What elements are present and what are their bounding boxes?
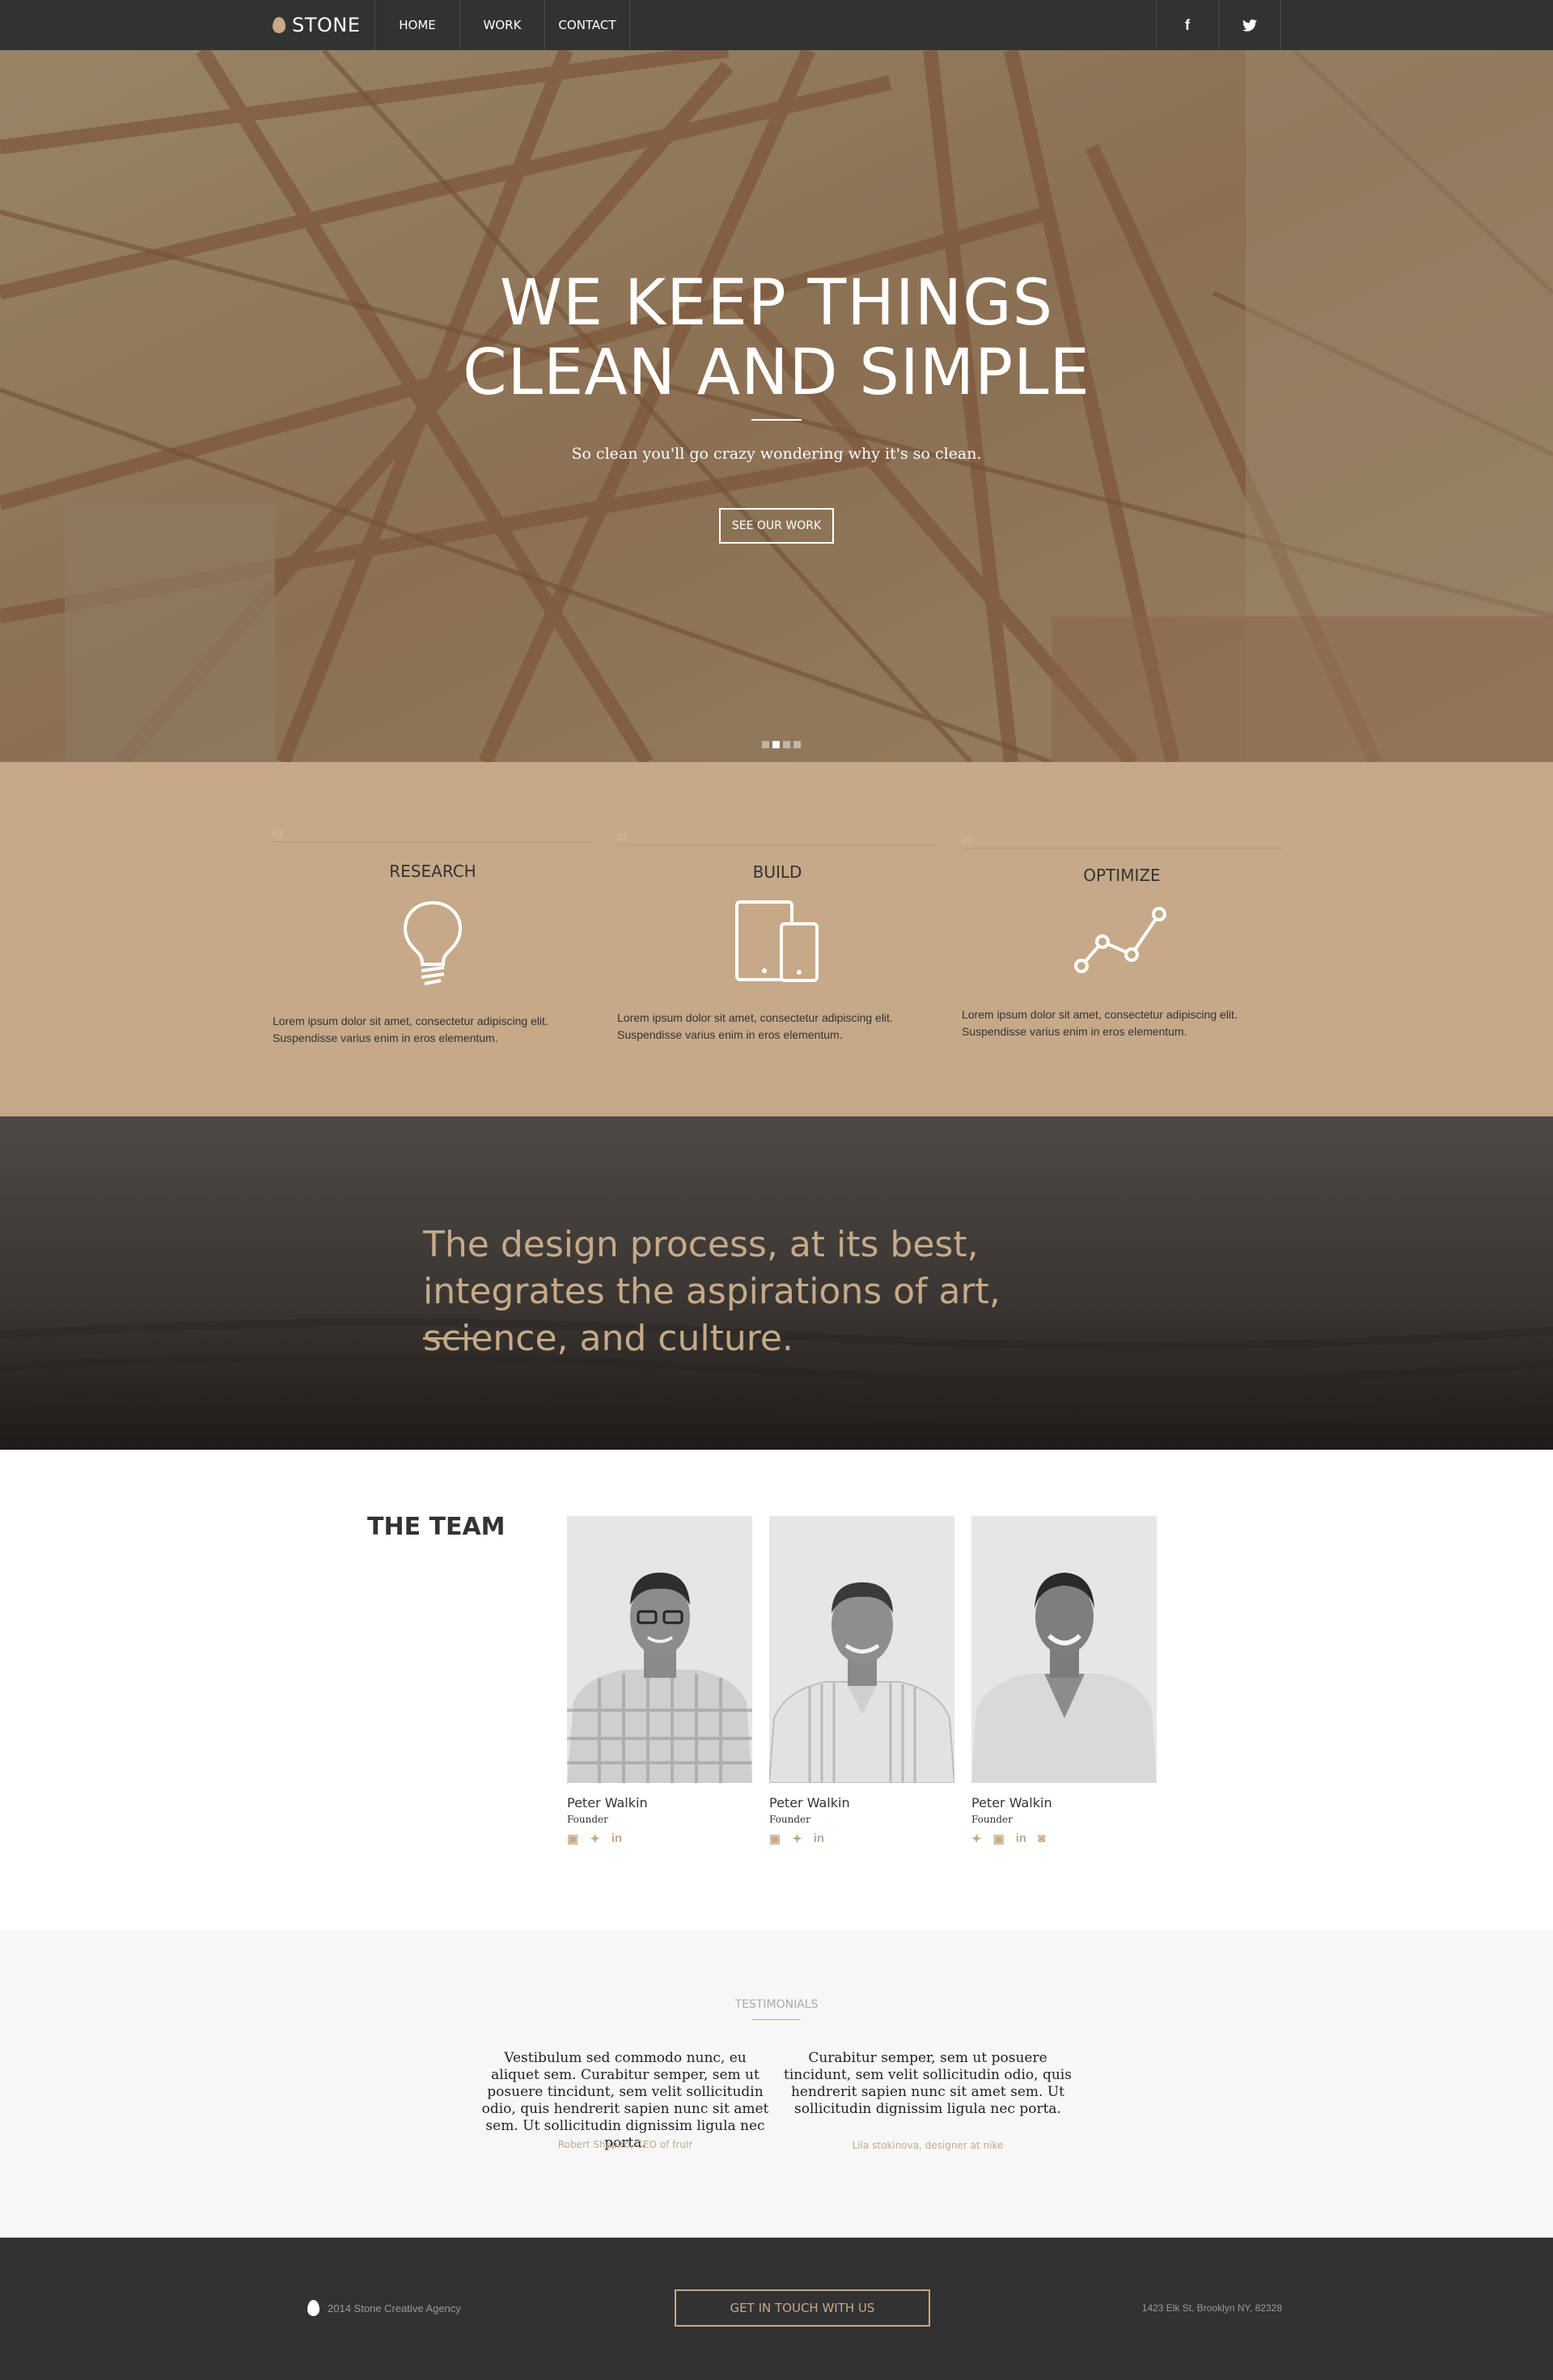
quote-section: The design process, at its best, integra… bbox=[0, 1116, 1553, 1450]
slider-dots bbox=[762, 741, 801, 748]
testimonials-section: TESTIMONIALS Vestibulum sed commodo nunc… bbox=[0, 1930, 1553, 2238]
nav-item-contact[interactable]: CONTACT bbox=[545, 0, 630, 50]
feature-description: Lorem ipsum dolor sit amet, consectetur … bbox=[617, 1011, 893, 1041]
nav-item-work[interactable]: WORK bbox=[460, 0, 545, 50]
twitter-icon[interactable]: ✦ bbox=[590, 1832, 600, 1846]
facebook-icon[interactable]: f bbox=[1157, 0, 1219, 50]
team-member-name: Peter Walkin bbox=[567, 1795, 648, 1810]
feature-title: BUILD bbox=[752, 862, 802, 882]
hero-section: WE KEEP THINGS CLEAN AND SIMPLE So clean… bbox=[0, 50, 1553, 762]
instagram-icon[interactable]: ◙ bbox=[1038, 1832, 1045, 1846]
feature-number: 03 bbox=[962, 835, 973, 846]
social-links: f bbox=[1156, 0, 1281, 50]
slider-dot[interactable] bbox=[793, 741, 801, 748]
team-member-name: Peter Walkin bbox=[971, 1795, 1052, 1810]
feature-number: 01 bbox=[273, 828, 284, 840]
feature-description: Lorem ipsum dolor sit amet, consectetur … bbox=[273, 1014, 548, 1044]
feature-title: OPTIMIZE bbox=[1083, 866, 1161, 885]
facebook-icon[interactable]: ▣ bbox=[567, 1832, 578, 1846]
testimonial-author: Robert Shapiro, CEO of fruir bbox=[557, 2139, 693, 2150]
facebook-icon[interactable]: ▣ bbox=[993, 1832, 1005, 1846]
team-member-name: Peter Walkin bbox=[769, 1795, 850, 1810]
hero-subtitle: So clean you'll go crazy wondering why i… bbox=[571, 445, 982, 463]
testimonial-author: Lila stokinova, designer at nike bbox=[852, 2140, 1004, 2151]
hero-title-line2: CLEAN AND SIMPLE bbox=[463, 337, 1090, 409]
nav-item-home[interactable]: HOME bbox=[375, 0, 460, 50]
testimonial-text: Curabitur semper, sem ut posuere tincidu… bbox=[784, 2050, 1072, 2117]
team-member-photo bbox=[971, 1516, 1157, 1783]
footer: 2014 Stone Creative Agency GET IN TOUCH … bbox=[0, 2238, 1553, 2380]
slider-dot[interactable] bbox=[762, 741, 769, 748]
main-menu: HOME WORK CONTACT bbox=[374, 0, 630, 50]
lightbulb-icon bbox=[403, 900, 463, 985]
drop-logo-icon bbox=[307, 2300, 319, 2316]
hero-title: WE KEEP THINGS CLEAN AND SIMPLE bbox=[0, 269, 1553, 408]
team-member-photo bbox=[567, 1516, 752, 1783]
team-member-role: Founder bbox=[971, 1814, 1013, 1825]
feature-title: RESEARCH bbox=[389, 862, 476, 881]
testimonials-divider bbox=[752, 2019, 801, 2020]
feature-divider bbox=[962, 848, 1282, 849]
brand-name: STONE bbox=[292, 14, 361, 36]
team-member-role: Founder bbox=[567, 1814, 608, 1825]
twitter-icon[interactable]: ✦ bbox=[971, 1832, 982, 1846]
slider-dot[interactable] bbox=[783, 741, 790, 748]
slider-dot-active[interactable] bbox=[772, 741, 780, 748]
team-member-social: ✦ ▣ in ◙ bbox=[971, 1832, 1045, 1846]
twitter-icon[interactable]: ✦ bbox=[792, 1832, 802, 1846]
hero-divider bbox=[751, 419, 802, 421]
footer-address: 1423 Elk St, Brooklyn NY, 82328 bbox=[1141, 2302, 1282, 2314]
drop-logo-icon bbox=[273, 17, 286, 33]
feature-divider bbox=[273, 841, 593, 842]
quote-text: The design process, at its best, integra… bbox=[423, 1224, 1001, 1359]
see-our-work-button[interactable]: SEE OUR WORK bbox=[719, 508, 834, 544]
top-nav: STONE HOME WORK CONTACT f bbox=[0, 0, 1553, 50]
linkedin-icon[interactable]: in bbox=[611, 1832, 622, 1846]
feature-description: Lorem ipsum dolor sit amet, consectetur … bbox=[962, 1008, 1238, 1038]
brand-logo[interactable]: STONE bbox=[273, 0, 360, 50]
team-member-social: ▣ ✦ in bbox=[567, 1832, 622, 1846]
team-title: THE TEAM bbox=[367, 1513, 506, 1541]
linkedin-icon[interactable]: in bbox=[814, 1832, 824, 1846]
quote-divider bbox=[423, 1337, 473, 1340]
testimonial-text: Vestibulum sed commodo nunc, eu aliquet … bbox=[481, 2050, 769, 2151]
team-member-social: ▣ ✦ in bbox=[769, 1832, 824, 1846]
team-section: THE TEAM Peter Walkin Founder ▣ ✦ in Pet… bbox=[0, 1450, 1553, 1930]
copyright-text: 2014 Stone Creative Agency bbox=[328, 2302, 461, 2314]
features-section: 01 RESEARCH Lorem ipsum dolor sit amet, … bbox=[0, 762, 1553, 1116]
team-member-card: Peter Walkin Founder ▣ ✦ in bbox=[567, 1516, 752, 1846]
linkedin-icon[interactable]: in bbox=[1016, 1832, 1026, 1846]
team-member-card: Peter Walkin Founder ▣ ✦ in bbox=[769, 1516, 954, 1846]
testimonials-label: TESTIMONIALS bbox=[734, 1998, 819, 2011]
line-chart-icon bbox=[1074, 907, 1166, 973]
twitter-icon[interactable] bbox=[1219, 0, 1281, 50]
get-in-touch-button[interactable]: GET IN TOUCH WITH US bbox=[675, 2289, 930, 2327]
team-member-card: Peter Walkin Founder ✦ ▣ in ◙ bbox=[971, 1516, 1157, 1846]
team-member-photo bbox=[769, 1516, 954, 1783]
facebook-icon[interactable]: ▣ bbox=[769, 1832, 781, 1846]
feature-number: 02 bbox=[617, 832, 628, 843]
devices-icon bbox=[735, 900, 819, 982]
footer-copyright: 2014 Stone Creative Agency bbox=[307, 2300, 461, 2316]
hero-title-line1: WE KEEP THINGS bbox=[499, 267, 1054, 340]
team-member-role: Founder bbox=[769, 1814, 810, 1825]
